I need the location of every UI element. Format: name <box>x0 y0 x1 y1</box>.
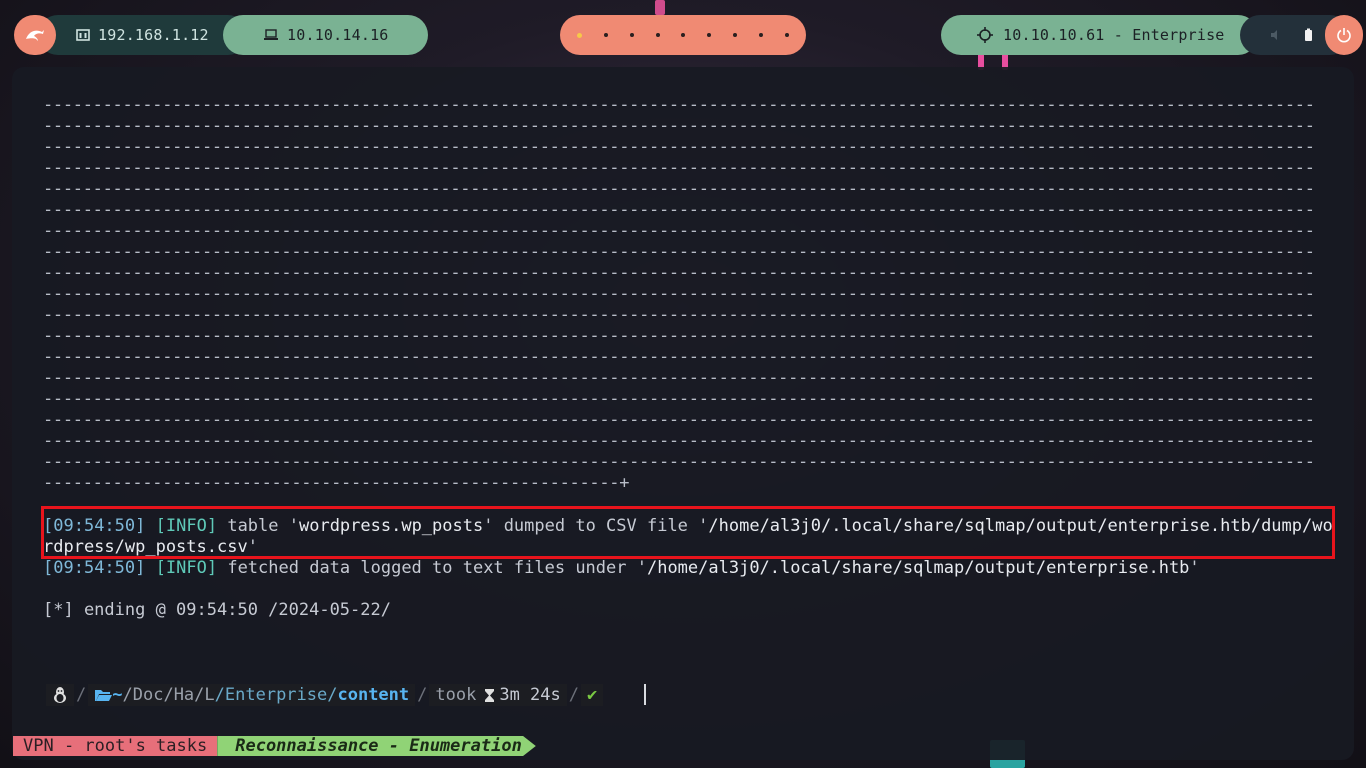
took-label: took <box>435 685 477 705</box>
log-text: ' <box>247 537 258 557</box>
workspace-indicator[interactable] <box>784 33 789 37</box>
target-widget[interactable]: 10.10.10.61 - Enterprise <box>941 15 1258 55</box>
dash-border-line: ----------------------------------------… <box>43 410 1315 430</box>
path-ha: /Ha <box>163 685 195 705</box>
dash-border-line: ----------------------------------------… <box>43 305 1315 325</box>
log-output-path: /home/al3j0/.local/share/sqlmap/output/e… <box>646 558 1190 578</box>
vpn-ip-text: 10.10.14.16 <box>287 26 389 44</box>
volume-icon[interactable] <box>1270 29 1282 41</box>
log-level: INFO <box>165 558 207 578</box>
path-home: ~ <box>112 685 123 705</box>
workspace-indicator[interactable] <box>707 33 712 37</box>
dash-border-line: ----------------------------------------… <box>43 368 1315 388</box>
hourglass-icon <box>485 688 495 702</box>
folder-open-icon <box>95 690 113 701</box>
prompt-path-segment: ~/Doc/Ha/L/Enterprise/content <box>88 684 416 706</box>
power-icon <box>1337 28 1351 43</box>
dash-border-line: ----------------------------------------… <box>43 221 1315 241</box>
local-ip-text: 192.168.1.12 <box>98 26 209 44</box>
prompt-duration-segment: took 3m 24s <box>429 684 567 706</box>
path-doc: /Doc <box>122 685 164 705</box>
kali-dragon-icon <box>26 30 44 41</box>
dash-border-line: ----------------------------------------… <box>43 452 1315 472</box>
vpn-ip-widget[interactable]: 10.10.14.16 <box>223 15 428 55</box>
tmux-status-bar: VPN - root's tasks Reconnaissance - Enum… <box>13 736 536 756</box>
current-task[interactable]: Reconnaissance - Enumeration <box>217 736 536 756</box>
shell-prompt: / ~/Doc/Ha/L/Enterprise/content / took 3… <box>46 684 604 706</box>
dash-border-line: ----------------------------------------… <box>43 347 1315 367</box>
log-line-csv-dump: [09:54:50] [INFO] table 'wordpress.wp_po… <box>43 516 1333 557</box>
command-duration: 3m 24s <box>499 685 561 705</box>
background-neon-strip <box>655 0 665 15</box>
log-text: fetched data logged to text files under … <box>217 558 647 578</box>
path-content: content <box>337 685 410 705</box>
dash-border-line: ----------------------------------------… <box>43 179 1315 199</box>
linux-tux-icon <box>54 687 66 703</box>
kali-menu-button[interactable] <box>14 15 56 55</box>
workspace-indicator-active[interactable] <box>576 32 582 38</box>
dash-border-line-end: ----------------------------------------… <box>43 473 630 493</box>
session-name[interactable]: VPN - root's tasks <box>13 736 218 756</box>
dash-border-line: ----------------------------------------… <box>43 200 1315 220</box>
prompt-separator: / <box>76 685 87 705</box>
log-table-name: wordpress.wp_posts <box>298 516 484 536</box>
workspace-indicator[interactable] <box>681 33 686 37</box>
log-text: ' dumped to CSV file ' <box>483 516 709 536</box>
dash-border-line: ----------------------------------------… <box>43 116 1315 136</box>
success-check-icon: ✔ <box>587 685 598 705</box>
log-level: INFO <box>165 516 207 536</box>
path-enterprise: /Enterprise/ <box>214 685 338 705</box>
log-text: table ' <box>217 516 299 536</box>
top-bar: 192.168.1.12 10.10.14.16 10.10.10.61 - E… <box>0 15 1366 55</box>
dash-border-line: ----------------------------------------… <box>43 137 1315 157</box>
dash-border-line: ----------------------------------------… <box>43 263 1315 283</box>
workspace-indicator[interactable] <box>629 33 634 37</box>
path-l: /L <box>194 685 215 705</box>
network-icon <box>76 29 90 41</box>
log-time: 09:54:50 <box>53 516 136 536</box>
dash-border-line: ----------------------------------------… <box>43 431 1315 451</box>
ending-line: [*] ending @ 09:54:50 /2024-05-22/ <box>43 600 391 620</box>
workspace-indicator[interactable] <box>733 33 738 37</box>
dash-border-line: ----------------------------------------… <box>43 95 1315 115</box>
dash-border-line: ----------------------------------------… <box>43 158 1315 178</box>
power-button[interactable] <box>1325 15 1363 55</box>
log-time: 09:54:50 <box>53 558 136 578</box>
terminal-cursor[interactable] <box>644 684 646 705</box>
prompt-separator: / <box>568 685 580 705</box>
crosshair-icon <box>977 27 993 43</box>
battery-icon[interactable] <box>1304 28 1313 42</box>
dash-border-line: ----------------------------------------… <box>43 326 1315 346</box>
target-text: 10.10.10.61 - Enterprise <box>1003 26 1225 44</box>
prompt-status-segment: ✔ <box>581 684 604 706</box>
dash-border-line: ----------------------------------------… <box>43 389 1315 409</box>
workspace-indicator[interactable] <box>759 33 764 37</box>
log-line-fetched-data: [09:54:50] [INFO] fetched data logged to… <box>43 558 1200 578</box>
prompt-separator: / <box>417 685 428 705</box>
terminal-window[interactable]: ----------------------------------------… <box>12 67 1354 760</box>
prompt-os-segment <box>46 684 74 706</box>
local-ip-widget[interactable]: 192.168.1.12 <box>38 15 248 55</box>
table-border-output: ----------------------------------------… <box>43 95 1333 494</box>
workspace-indicator[interactable] <box>603 33 608 37</box>
workspace-switcher[interactable] <box>560 15 806 55</box>
dash-border-line: ----------------------------------------… <box>43 284 1315 304</box>
log-text: ' <box>1189 558 1200 578</box>
laptop-icon <box>264 29 278 40</box>
dash-border-line: ----------------------------------------… <box>43 242 1315 262</box>
workspace-indicator[interactable] <box>655 33 660 37</box>
